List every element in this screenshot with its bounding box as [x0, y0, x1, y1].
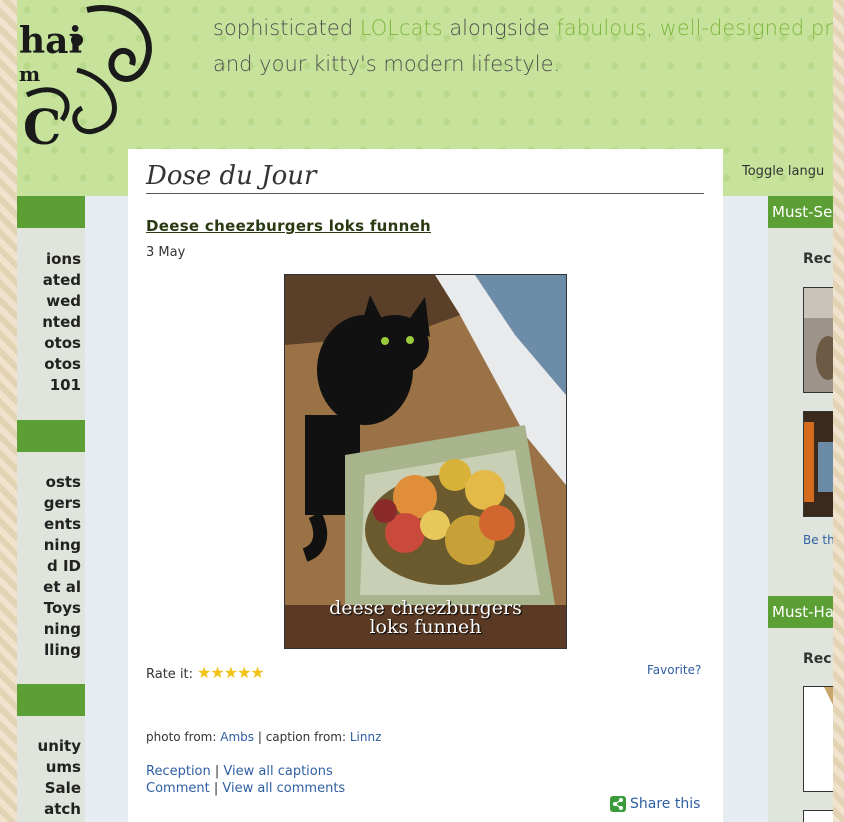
- left-menu-item[interactable]: et al: [43, 577, 81, 598]
- reception-link[interactable]: Reception: [146, 764, 211, 779]
- right-sidebar-label: Rec: [803, 651, 832, 667]
- lolcat-photo[interactable]: deese cheezburgers loks funneh: [284, 274, 567, 649]
- lolcat-image: [285, 275, 566, 648]
- photo-caption-line: loks funneh: [369, 616, 482, 638]
- post-title-link[interactable]: Deese cheezburgers loks funneh: [146, 217, 431, 235]
- be-the-first-link[interactable]: Be th: [803, 533, 833, 547]
- tagline-text: alongside: [442, 16, 557, 40]
- left-menu-item[interactable]: ents: [43, 514, 81, 535]
- left-menu-item[interactable]: ions: [42, 249, 81, 270]
- left-menu-item[interactable]: 101: [42, 375, 81, 396]
- caption-from-label: | caption from:: [257, 730, 347, 744]
- right-sidebar-header-must-have: Must-Ha: [768, 596, 833, 628]
- logo-letter: C: [23, 100, 62, 156]
- left-menu-item[interactable]: ums: [38, 757, 81, 778]
- favorite-link[interactable]: Favorite?: [647, 663, 701, 677]
- rate-label: Rate it:: [146, 667, 194, 682]
- toggle-language-link[interactable]: Toggle langu: [742, 164, 824, 179]
- left-menu-item[interactable]: lling: [43, 640, 81, 661]
- tagline-link-products[interactable]: fabulous, well-designed pro: [556, 16, 833, 40]
- left-sidebar-menu-1: ions ated wed nted otos otos 101: [42, 249, 81, 396]
- left-menu-item[interactable]: otos: [42, 354, 81, 375]
- caption-from-user-link[interactable]: Linnz: [350, 730, 382, 744]
- product-thumbnail[interactable]: [803, 810, 833, 822]
- left-sidebar-menu-2: osts gers ents ning d ID et al Toys ning…: [43, 472, 81, 661]
- right-sidebar: Must-Se Rec Be th Must-Ha Rec: [768, 196, 833, 822]
- right-sidebar-header-must-see: Must-Se: [768, 196, 833, 228]
- left-menu-item[interactable]: otos: [42, 333, 81, 354]
- section-title: Dose du Jour: [146, 161, 704, 194]
- left-menu-item[interactable]: ning: [43, 619, 81, 640]
- left-menu-item[interactable]: wed: [42, 291, 81, 312]
- share-icon: [610, 796, 626, 812]
- comment-link[interactable]: Comment: [146, 781, 210, 796]
- rating-row: Rate it: ★★★★★: [146, 663, 265, 682]
- left-menu-item[interactable]: d ID: [43, 556, 81, 577]
- photo-from-user-link[interactable]: Ambs: [220, 730, 254, 744]
- logo-text[interactable]: hai: [19, 20, 82, 62]
- view-all-captions-link[interactable]: View all captions: [223, 764, 332, 779]
- post-credits: photo from: Ambs | caption from: Linnz: [146, 730, 381, 744]
- post-links: Reception | View all captions Comment | …: [146, 764, 346, 796]
- left-menu-item[interactable]: unity: [38, 736, 81, 757]
- tagline-text: sophisticated: [213, 16, 360, 40]
- left-sidebar-header-bar: [17, 196, 85, 228]
- share-button[interactable]: Share this: [610, 796, 700, 812]
- page-background-right: [833, 0, 844, 822]
- left-menu-item[interactable]: osts: [43, 472, 81, 493]
- photo-from-label: photo from:: [146, 730, 217, 744]
- left-menu-item[interactable]: ning: [43, 535, 81, 556]
- main-content: Dose du Jour Deese cheezburgers loks fun…: [128, 149, 723, 822]
- product-thumbnail[interactable]: [803, 686, 833, 792]
- left-menu-item[interactable]: atch: [38, 799, 81, 820]
- left-menu-item[interactable]: Toys: [43, 598, 81, 619]
- left-sidebar-header-bar: [17, 420, 85, 452]
- left-menu-item[interactable]: Sale: [38, 778, 81, 799]
- left-sidebar: ions ated wed nted otos otos 101 osts ge…: [17, 196, 85, 822]
- recommended-thumbnail[interactable]: [803, 411, 833, 517]
- share-label: Share this: [630, 796, 701, 812]
- left-sidebar-menu-3: unity ums Sale atch: [38, 736, 81, 820]
- left-menu-item[interactable]: nted: [42, 312, 81, 333]
- star-rating-widget[interactable]: ★★★★★: [197, 663, 265, 682]
- recommended-thumbnail[interactable]: [803, 287, 833, 393]
- tagline-link-lolcats[interactable]: LOLcats: [360, 16, 443, 40]
- view-all-comments-link[interactable]: View all comments: [222, 781, 345, 796]
- left-menu-item[interactable]: gers: [43, 493, 81, 514]
- tagline-line2: and your kitty's modern lifestyle.: [213, 52, 561, 76]
- logo-subtext: m: [19, 62, 41, 86]
- post-date: 3 May: [146, 245, 186, 260]
- left-menu-item[interactable]: ated: [42, 270, 81, 291]
- site-tagline: sophisticated LOLcats alongside fabulous…: [213, 10, 833, 82]
- left-sidebar-header-bar: [17, 684, 85, 716]
- site-container: hai m C sophisticated LOLcats alongside …: [17, 0, 833, 822]
- page-background-left: [0, 0, 17, 822]
- right-sidebar-label: Rec: [803, 251, 832, 267]
